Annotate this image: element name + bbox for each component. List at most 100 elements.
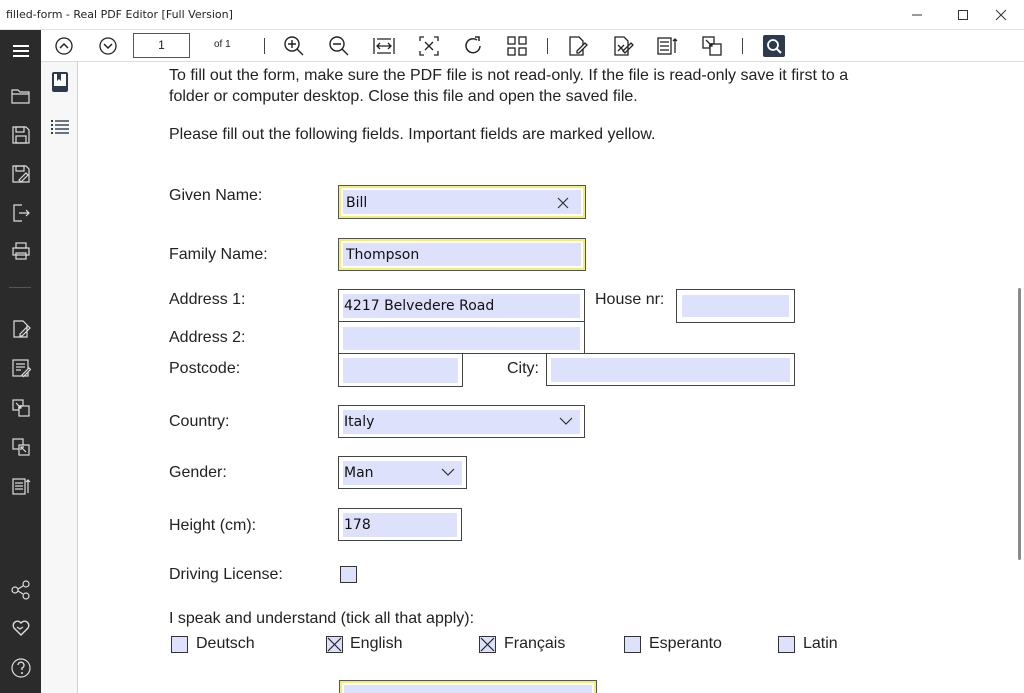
fit-page-icon [419, 36, 439, 56]
given-name-label: Given Name: [169, 187, 263, 204]
address1-value: 4217 Belvedere Road [344, 298, 495, 314]
page-up-button[interactable] [51, 34, 77, 58]
edit-document-icon [12, 320, 31, 338]
given-name-field[interactable]: Bill [338, 185, 586, 219]
checkmark-x-icon [480, 637, 495, 652]
edit-document-button[interactable] [0, 311, 41, 347]
language-checkbox-english[interactable] [326, 636, 343, 653]
thumbnails-button[interactable] [504, 34, 530, 58]
family-name-field[interactable]: Thompson [338, 238, 586, 271]
bookmarks-button[interactable] [48, 70, 72, 94]
given-name-value: Bill [346, 195, 368, 211]
convert-alt-button[interactable] [0, 429, 41, 465]
outline-button[interactable] [48, 115, 72, 139]
fit-width-button[interactable] [371, 34, 397, 58]
country-select[interactable]: Italy [338, 405, 585, 438]
vertical-scrollbar[interactable] [1018, 288, 1021, 560]
instructions-line-2: folder or computer desktop. Close this f… [169, 88, 638, 105]
minimize-button[interactable] [894, 0, 940, 30]
page-count: of 1 [214, 39, 231, 50]
sidebar-divider [9, 287, 31, 288]
city-field[interactable] [546, 353, 795, 386]
print-button[interactable] [0, 233, 41, 269]
language-label-francais: Français [504, 635, 566, 652]
compress-icon [11, 478, 30, 495]
height-field[interactable]: 178 [338, 508, 462, 541]
open-button[interactable] [0, 78, 41, 114]
instructions-line-3: Please fill out the following fields. Im… [169, 126, 656, 143]
driving-license-checkbox[interactable] [340, 566, 357, 583]
maximize-icon [958, 10, 968, 20]
app-sidebar [0, 30, 41, 693]
fill-form-icon [11, 359, 31, 378]
edit-icon [569, 36, 588, 56]
toolbar: 1 of 1 [41, 30, 1024, 62]
clear-icon[interactable] [557, 197, 569, 209]
height-value: 178 [344, 517, 371, 533]
fit-width-icon [373, 38, 395, 54]
checkmark-x-icon [327, 637, 342, 652]
address2-field[interactable] [338, 321, 585, 354]
language-checkbox-francais[interactable] [479, 636, 496, 653]
toolbar-divider [264, 38, 265, 54]
language-label-deutsch: Deutsch [196, 635, 255, 652]
minimize-icon [912, 14, 922, 16]
language-checkbox-deutsch[interactable] [171, 636, 188, 653]
language-label-esperanto: Esperanto [649, 635, 722, 652]
country-value: Italy [344, 414, 375, 430]
instructions-line-1: To fill out the form, make sure the PDF … [169, 67, 849, 84]
rotate-icon [465, 36, 481, 54]
save-as-button[interactable] [0, 156, 41, 192]
convert-alt-icon [11, 438, 30, 456]
postcode-label: Postcode: [169, 360, 241, 377]
reflow-icon [657, 37, 678, 55]
zoom-in-icon [284, 36, 304, 56]
favorite-button[interactable] [0, 610, 41, 646]
height-label: Height (cm): [169, 517, 257, 534]
sign-button[interactable] [610, 34, 636, 58]
chevron-down-icon [441, 468, 455, 476]
print-icon [11, 242, 30, 260]
convert-toolbar-button[interactable] [699, 34, 725, 58]
address1-label: Address 1: [169, 291, 246, 308]
page-up-icon [55, 37, 73, 55]
page-down-button[interactable] [95, 34, 121, 58]
convert-icon [702, 36, 722, 56]
search-button[interactable] [761, 34, 787, 58]
city-label: City: [507, 360, 539, 377]
window-title: filled-form - Real PDF Editor [Full Vers… [6, 8, 233, 21]
language-checkbox-esperanto[interactable] [624, 636, 641, 653]
help-button[interactable] [0, 650, 41, 686]
export-icon [12, 204, 30, 222]
page-number-input[interactable]: 1 [133, 33, 190, 58]
address1-field[interactable]: 4217 Belvedere Road [338, 289, 585, 322]
address2-label: Address 2: [169, 329, 246, 346]
family-name-value: Thompson [346, 247, 420, 263]
save-button[interactable] [0, 117, 41, 153]
next-field-partial[interactable] [339, 680, 597, 693]
menu-button[interactable] [0, 33, 41, 69]
compress-button[interactable] [0, 468, 41, 504]
languages-label: I speak and understand (tick all that ap… [169, 610, 475, 627]
edit-button[interactable] [565, 34, 591, 58]
export-button[interactable] [0, 195, 41, 231]
side-panel [41, 62, 78, 693]
close-button[interactable] [978, 0, 1024, 30]
reflow-button[interactable] [654, 34, 680, 58]
language-checkbox-latin[interactable] [778, 636, 795, 653]
country-label: Country: [169, 413, 230, 430]
zoom-in-button[interactable] [281, 34, 307, 58]
zoom-out-icon [329, 36, 349, 56]
gender-select[interactable]: Man [338, 456, 467, 489]
fit-page-button[interactable] [416, 34, 442, 58]
driving-license-label: Driving License: [169, 566, 283, 583]
fill-form-button[interactable] [0, 350, 41, 386]
rotate-button[interactable] [460, 34, 486, 58]
postcode-field[interactable] [338, 353, 463, 387]
share-button[interactable] [0, 572, 41, 608]
toolbar-divider [547, 38, 548, 54]
house-nr-field[interactable] [676, 289, 795, 323]
help-icon [10, 658, 31, 678]
zoom-out-button[interactable] [326, 34, 352, 58]
convert-button[interactable] [0, 390, 41, 426]
